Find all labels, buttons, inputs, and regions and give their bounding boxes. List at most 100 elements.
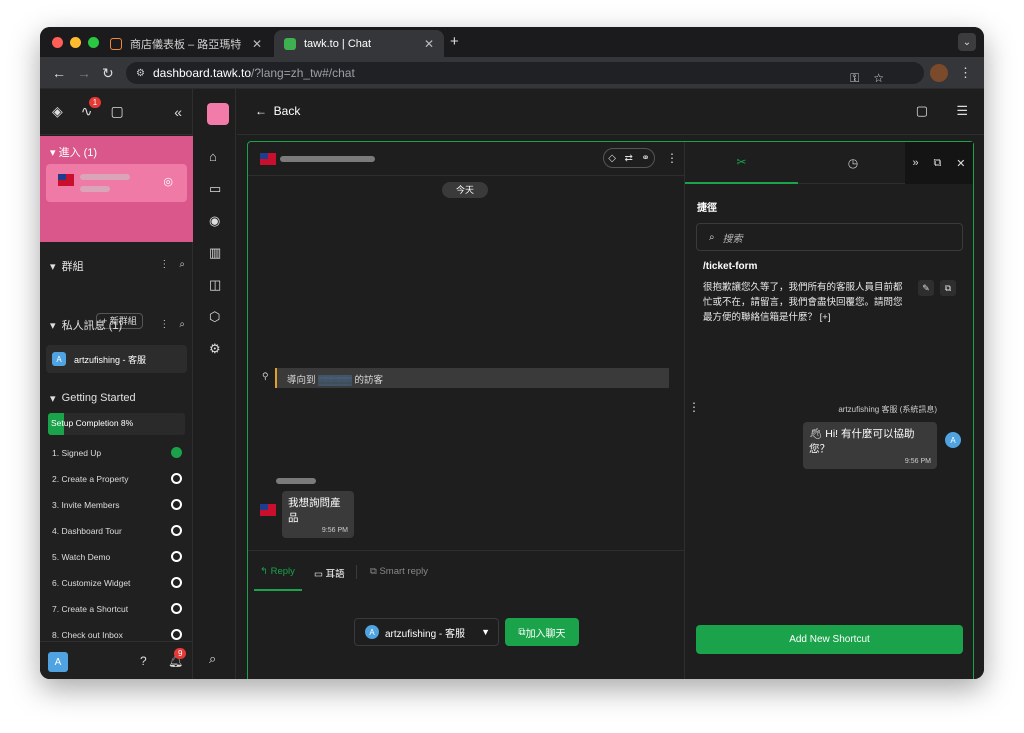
tab-whisper[interactable]: ▭ 耳語: [314, 566, 345, 580]
getting-started-step[interactable]: 4. Dashboard Tour: [52, 523, 182, 539]
back-arrow-icon: ←: [255, 104, 274, 118]
user-avatar[interactable]: A: [48, 652, 68, 672]
close-tab-icon[interactable]: ✕: [424, 37, 434, 51]
conversations-panel: ◈ ∿ 1 ▢ « ▾ 進入 (1) ◎ ▾ 群組 ⋮ ⌕ + 新群組 ▾ 私人…: [40, 89, 193, 679]
tab-smart-reply-label: Smart reply: [379, 566, 429, 577]
scissors-icon: ✂: [736, 155, 747, 169]
transfer-icon[interactable]: ⇄: [624, 153, 632, 164]
search-placeholder: 搜索: [722, 233, 743, 245]
pin-icon: ⚲: [262, 371, 269, 381]
back-button[interactable]: ← Back: [255, 104, 300, 118]
browser-tab-store[interactable]: 商店儀表板 – 路亞瑪特 ✕: [100, 30, 272, 57]
browser-toolbar: ← → ↻ ⚙ dashboard.tawk.to /?lang=zh_tw#/…: [40, 57, 984, 89]
tab-strip: 商店儀表板 – 路亞瑪特 ✕ tawk.to | Chat ✕ + ⌄: [40, 27, 984, 57]
address-bar[interactable]: ⚙ dashboard.tawk.to /?lang=zh_tw#/chat ⚿…: [126, 62, 924, 86]
tab-shortcuts[interactable]: ✂: [685, 142, 798, 184]
taiwan-flag-icon: [260, 504, 276, 516]
getting-started-step[interactable]: 2. Create a Property: [52, 471, 182, 487]
shortcut-name[interactable]: /ticket-form: [703, 261, 757, 272]
join-chat-label: 加入聊天: [525, 628, 566, 640]
getting-started-steps: 1. Signed Up 2. Create a Property 3. Invit…: [40, 89, 193, 640]
shortcuts-pane: ✂ ◷ » ⧉ ✕ 捷徑 ⌕ 搜索 /ticket-form 很抱歉讓您久等了，…: [685, 142, 973, 679]
shortcuts-tabs: ✂ ◷ » ⧉ ✕: [685, 142, 973, 184]
step-label: 7. Create a Shortcut: [52, 604, 129, 614]
empty-circle-icon: [171, 551, 182, 562]
store-favicon-icon: [110, 37, 122, 50]
empty-circle-icon: [171, 629, 182, 640]
addons-icon[interactable]: ⬡: [209, 309, 220, 325]
browser-window: 商店儀表板 – 路亞瑪特 ✕ tawk.to | Chat ✕ + ⌄ ← → …: [40, 27, 984, 679]
tab-history[interactable]: ◷: [798, 142, 908, 184]
copy-icon[interactable]: ⧉: [940, 280, 956, 296]
tawk-favicon-icon: [284, 37, 296, 50]
visitor-message-time: 9:56 PM: [321, 527, 348, 534]
close-tab-icon[interactable]: ✕: [252, 37, 262, 51]
reports-icon[interactable]: ◫: [209, 277, 221, 293]
knowledge-base-icon[interactable]: ▥: [209, 245, 221, 261]
getting-started-step[interactable]: 7. Create a Shortcut: [52, 601, 182, 617]
getting-started-step[interactable]: 5. Watch Demo: [52, 549, 182, 565]
search-icon[interactable]: ⌕: [209, 651, 216, 667]
settings-icon[interactable]: ⚙: [209, 341, 221, 357]
property-logo[interactable]: [207, 103, 229, 125]
chevron-down-icon: ▼: [481, 627, 490, 637]
panel-footer: A ? 🔔︎ 9: [40, 641, 193, 679]
minimize-window-button[interactable]: [70, 37, 81, 48]
getting-started-step[interactable]: 3. Invite Members: [52, 497, 182, 513]
help-icon[interactable]: ?: [140, 654, 147, 668]
bookmark-star-icon[interactable]: ☆: [873, 71, 884, 86]
inbox-icon[interactable]: ▭: [209, 181, 221, 197]
shortcut-search-input[interactable]: ⌕ 搜索: [696, 223, 963, 251]
shortcut-text: 很抱歉讓您久等了，我們所有的客服人員目前都忙或不在，請留言，我們會盡快回覆您。請…: [703, 282, 903, 323]
redirect-link-redacted[interactable]: ▒▒▒▒▒: [318, 375, 352, 386]
agent-avatar: A: [365, 625, 379, 639]
edit-icon[interactable]: ✎: [918, 280, 934, 296]
step-label: 4. Dashboard Tour: [52, 526, 122, 536]
join-chat-button[interactable]: ⧉ 加入聊天: [505, 618, 579, 646]
step-label: 8. Check out Inbox: [52, 630, 123, 640]
shortcuts-title: 捷徑: [697, 203, 717, 214]
tab-reply[interactable]: ↰ Reply: [260, 566, 295, 577]
forward-arrow-icon[interactable]: →: [77, 65, 91, 81]
getting-started-step[interactable]: 8. Check out Inbox: [52, 627, 182, 640]
getting-started-step[interactable]: 6. Customize Widget: [52, 575, 182, 591]
browser-menu-icon[interactable]: ⋮: [959, 65, 972, 81]
visitor-message-text: 我想詢問產品: [288, 497, 341, 524]
whisper-icon: ▭: [314, 569, 326, 580]
key-icon[interactable]: ⚿: [850, 71, 859, 86]
expand-icon[interactable]: »: [912, 157, 918, 169]
getting-started-step[interactable]: 1. Signed Up: [52, 445, 182, 461]
add-agent-icon[interactable]: ⚭: [641, 153, 649, 164]
close-window-button[interactable]: [52, 37, 63, 48]
contacts-icon[interactable]: ◉: [209, 213, 220, 229]
main-nav-rail: ⌂ ▭ ◉ ▥ ◫ ⬡ ⚙ ⌕: [194, 89, 236, 679]
check-circle-icon: [171, 447, 182, 458]
visitor-name-redacted: [276, 478, 316, 484]
more-icon[interactable]: ⋮: [666, 151, 678, 165]
site-info-icon[interactable]: ⚙: [136, 68, 145, 79]
tab-smart-reply[interactable]: ⧉ Smart reply: [370, 566, 428, 577]
redirect-suffix: 的訪客: [354, 375, 383, 386]
add-new-shortcut-button[interactable]: Add New Shortcut: [696, 625, 963, 654]
url-path: /?lang=zh_tw#/chat: [251, 66, 355, 80]
new-tab-icon[interactable]: +: [450, 33, 459, 50]
close-icon[interactable]: ✕: [956, 157, 965, 170]
url-host: dashboard.tawk.to: [152, 66, 252, 80]
agent-select[interactable]: A artzufishing - 客服 ▼: [354, 618, 499, 646]
profile-avatar[interactable]: [930, 64, 948, 82]
agent-select-value: artzufishing - 客服: [385, 628, 466, 640]
toggle-sidebar-icon[interactable]: ☰: [956, 103, 968, 119]
reload-icon[interactable]: ↻: [102, 65, 114, 82]
popout-icon[interactable]: ⧉: [934, 157, 942, 170]
redirect-prefix: 導向到: [287, 375, 316, 386]
home-icon[interactable]: ⌂: [209, 149, 217, 164]
browser-tab-tawk[interactable]: tawk.to | Chat ✕: [274, 30, 444, 57]
clock-icon: ◷: [847, 156, 859, 170]
window-icon[interactable]: ▢: [916, 103, 928, 119]
step-label: 3. Invite Members: [52, 500, 120, 510]
back-arrow-icon[interactable]: ←: [52, 65, 66, 81]
chat-header: ◇ ⇄ ⚭ ⋮: [248, 142, 684, 176]
tab-search-icon[interactable]: ⌄: [958, 33, 976, 51]
maximize-window-button[interactable]: [88, 37, 99, 48]
tag-icon[interactable]: ◇: [608, 153, 616, 164]
